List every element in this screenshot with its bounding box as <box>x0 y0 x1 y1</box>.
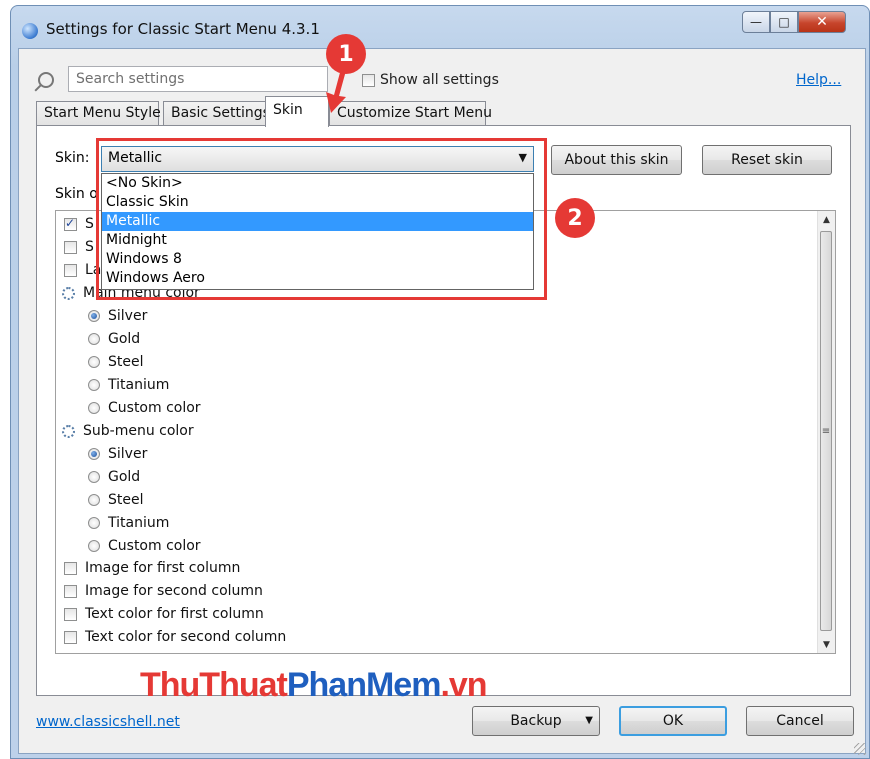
option-text-color-first-column[interactable]: Text color for first column <box>64 606 264 622</box>
radio-label: Gold <box>108 469 141 485</box>
option-row[interactable]: S <box>64 216 94 232</box>
gear-icon <box>62 424 75 438</box>
radio-label: Silver <box>108 446 148 462</box>
option-checkbox[interactable] <box>64 607 77 621</box>
watermark-part: ThuThuat <box>140 666 288 704</box>
sub-color-titanium[interactable]: Titanium <box>88 515 169 531</box>
scroll-down-arrow-icon[interactable]: ▼ <box>818 636 835 653</box>
main-color-steel[interactable]: Steel <box>88 354 144 370</box>
option-checkbox[interactable] <box>64 240 77 254</box>
cancel-button[interactable]: Cancel <box>746 706 854 736</box>
about-skin-button[interactable]: About this skin <box>551 145 682 175</box>
option-label: Image for second column <box>85 583 263 599</box>
scroll-up-arrow-icon[interactable]: ▲ <box>818 211 835 228</box>
close-button[interactable]: ✕ <box>798 11 846 33</box>
main-color-gold[interactable]: Gold <box>88 331 140 347</box>
vertical-scrollbar[interactable]: ▲ ≡ ▼ <box>817 211 835 653</box>
radio-button[interactable] <box>88 356 100 368</box>
tab-skin[interactable]: Skin <box>265 96 329 127</box>
skin-label: Skin: <box>55 150 90 166</box>
watermark-part: PhanMem <box>286 666 442 704</box>
radio-label: Gold <box>108 331 141 347</box>
main-color-silver[interactable]: Silver <box>88 308 147 324</box>
search-input[interactable] <box>68 66 328 92</box>
radio-button[interactable] <box>88 310 100 322</box>
watermark-part: .vn <box>440 666 487 704</box>
sub-color-gold[interactable]: Gold <box>88 469 140 485</box>
radio-label: Steel <box>108 354 144 370</box>
ok-button[interactable]: OK <box>619 706 727 736</box>
group-label: Sub-menu color <box>83 423 194 439</box>
sub-menu-color-group: Sub-menu color <box>62 423 194 439</box>
window-controls: — □ ✕ <box>742 11 846 35</box>
option-checkbox[interactable] <box>64 561 77 575</box>
radio-label: Steel <box>108 492 144 508</box>
radio-label: Titanium <box>108 377 170 393</box>
option-image-second-column[interactable]: Image for second column <box>64 583 263 599</box>
minimize-button[interactable]: — <box>742 11 770 33</box>
watermark-logo: ThuThuatPhanMem.vn <box>140 666 488 705</box>
main-color-custom[interactable]: Custom color <box>88 400 201 416</box>
option-checkbox[interactable] <box>64 630 77 644</box>
search-icon <box>38 72 54 88</box>
option-text-color-second-column[interactable]: Text color for second column <box>64 629 286 645</box>
radio-button[interactable] <box>88 333 100 345</box>
option-checkbox[interactable] <box>64 216 77 231</box>
gear-icon <box>62 286 75 300</box>
option-label: Text color for first column <box>85 606 264 622</box>
maximize-button[interactable]: □ <box>770 11 798 33</box>
radio-label: Custom color <box>108 400 201 416</box>
window-title: Settings for Classic Start Menu 4.3.1 <box>46 20 320 38</box>
help-link[interactable]: Help... <box>796 72 841 88</box>
option-image-first-column[interactable]: Image for first column <box>64 560 240 576</box>
classicshell-link[interactable]: www.classicshell.net <box>36 714 180 730</box>
tab-start-menu-style[interactable]: Start Menu Style <box>36 101 161 125</box>
show-all-label: Show all settings <box>380 72 499 88</box>
tab-customize-start-menu[interactable]: Customize Start Menu <box>329 101 492 125</box>
sub-color-custom[interactable]: Custom color <box>88 538 201 554</box>
radio-label: Custom color <box>108 538 201 554</box>
app-icon <box>22 23 38 39</box>
skin-options-label: Skin o <box>55 186 98 202</box>
sub-color-silver[interactable]: Silver <box>88 446 147 462</box>
option-label: Image for first column <box>85 560 241 576</box>
option-label: S <box>85 216 94 232</box>
radio-button[interactable] <box>88 540 100 552</box>
option-label: S <box>85 239 94 255</box>
radio-label: Titanium <box>108 515 170 531</box>
radio-button[interactable] <box>88 402 100 414</box>
resize-grip-icon[interactable] <box>854 743 866 755</box>
option-label: Text color for second column <box>85 629 287 645</box>
radio-button[interactable] <box>88 471 100 483</box>
radio-button[interactable] <box>88 448 100 460</box>
callout-badge-1: 1 <box>326 34 366 74</box>
radio-label: Silver <box>108 308 148 324</box>
backup-label: Backup <box>510 713 562 729</box>
sub-color-steel[interactable]: Steel <box>88 492 144 508</box>
scrollbar-thumb[interactable]: ≡ <box>820 231 832 631</box>
option-checkbox[interactable] <box>64 584 77 598</box>
show-all-settings[interactable]: Show all settings <box>362 72 499 88</box>
callout-badge-2: 2 <box>555 198 595 238</box>
backup-button[interactable]: Backup ▼ <box>472 706 600 736</box>
reset-skin-button[interactable]: Reset skin <box>702 145 832 175</box>
radio-button[interactable] <box>88 517 100 529</box>
radio-button[interactable] <box>88 379 100 391</box>
option-checkbox[interactable] <box>64 263 77 277</box>
main-color-titanium[interactable]: Titanium <box>88 377 169 393</box>
chevron-down-icon: ▼ <box>585 715 593 726</box>
show-all-checkbox[interactable] <box>362 73 375 87</box>
annotation-highlight-box <box>96 138 547 300</box>
radio-button[interactable] <box>88 494 100 506</box>
option-row[interactable]: S <box>64 239 94 255</box>
